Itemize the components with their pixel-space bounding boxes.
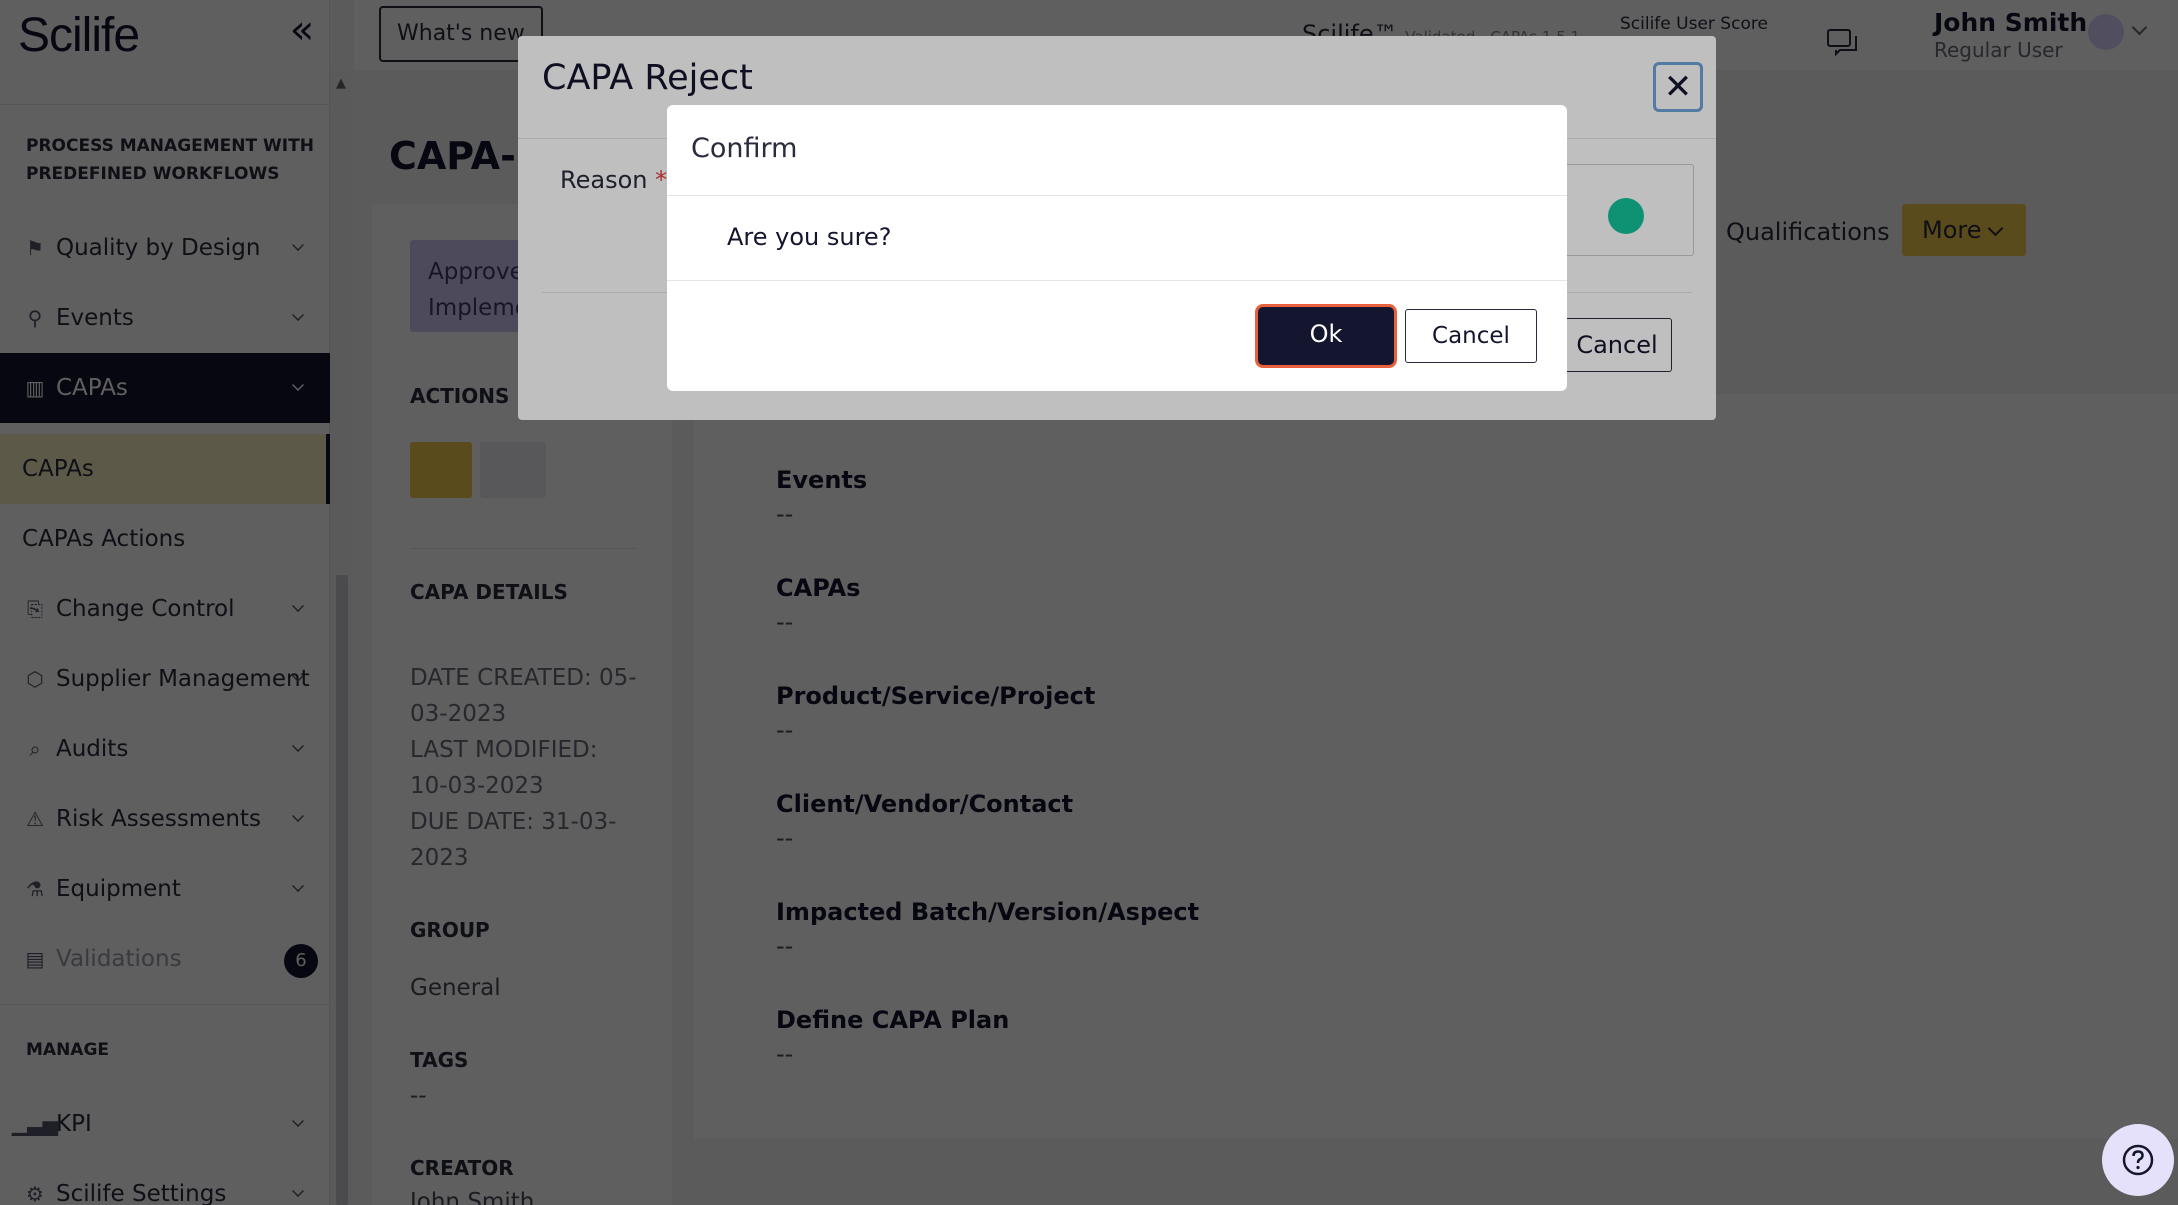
- help-icon: [2122, 1144, 2154, 1176]
- confirm-dialog: Confirm Are you sure? Ok Cancel: [667, 105, 1567, 391]
- cancel-button[interactable]: Cancel: [1405, 309, 1537, 363]
- dialog-divider: [667, 195, 1567, 196]
- help-button[interactable]: [2102, 1124, 2174, 1196]
- ok-button[interactable]: Ok: [1258, 307, 1394, 365]
- confirm-title: Confirm: [691, 133, 798, 164]
- dialog-divider: [667, 280, 1567, 281]
- confirm-message: Are you sure?: [727, 223, 892, 251]
